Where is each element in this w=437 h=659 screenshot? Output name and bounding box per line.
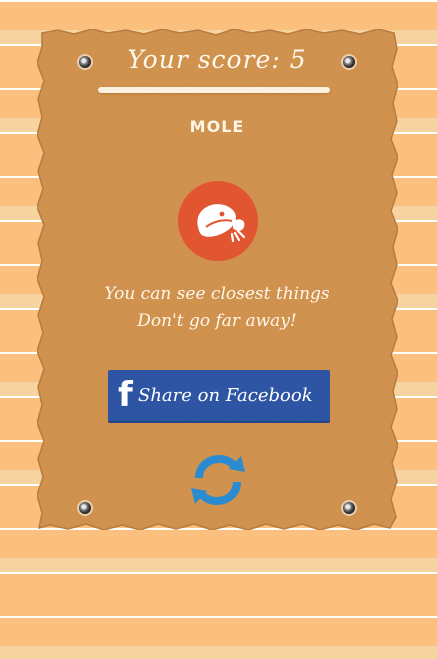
share-facebook-button[interactable]: f Share on Facebook [108, 370, 330, 423]
share-facebook-label: Share on Facebook [138, 385, 313, 406]
facebook-icon: f [118, 375, 133, 415]
mole-icon [197, 204, 246, 243]
replay-icon [191, 454, 245, 506]
pin-bottom-right [343, 502, 355, 514]
pin-bottom-left [79, 502, 91, 514]
replay-button[interactable] [189, 454, 247, 506]
animal-name: MOLE [189, 117, 245, 136]
result-board: Your score: 5 MOLE You can see closest t… [34, 27, 400, 533]
animal-badge [178, 181, 258, 261]
score-divider [98, 87, 330, 93]
score-label: Your score: 5 [127, 45, 307, 74]
description-line-1: You can see closest things [104, 284, 330, 304]
description-line-2: Don't go far away! [137, 311, 297, 331]
